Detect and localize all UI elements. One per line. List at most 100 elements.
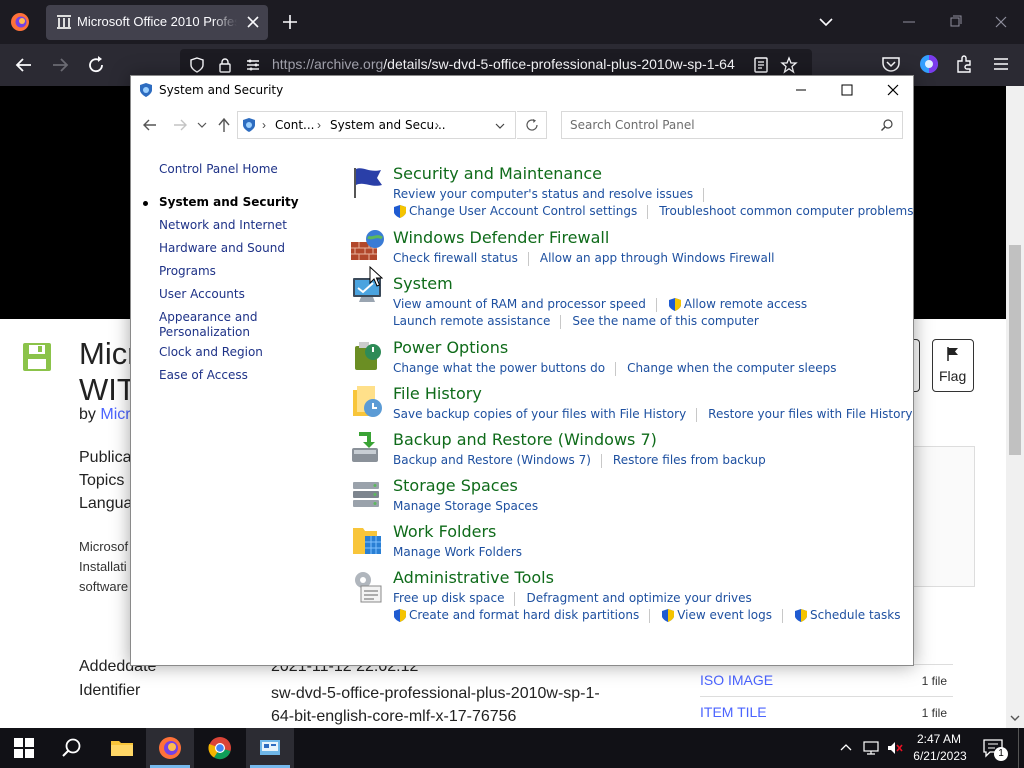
tracking-protection-shield-icon[interactable] (188, 56, 206, 74)
breadcrumb-control-panel[interactable]: Cont... (275, 118, 314, 132)
chevron-up-icon[interactable] (838, 740, 854, 756)
bookmark-star-icon[interactable] (780, 56, 798, 74)
reader-view-icon[interactable] (752, 56, 770, 74)
recent-locations-chevron-icon[interactable] (195, 114, 209, 136)
category-title[interactable]: Security and Maintenance (393, 164, 602, 183)
extensions-puzzle-icon[interactable] (954, 53, 976, 75)
hamburger-menu-icon[interactable] (990, 53, 1012, 75)
power-options-icon[interactable] (349, 338, 385, 374)
admin-tools-icon[interactable] (349, 568, 385, 604)
author-link[interactable]: Micr (100, 406, 130, 423)
search-input[interactable]: Search Control Panel (561, 111, 903, 139)
task-link[interactable]: Allow remote access (684, 297, 807, 311)
task-link[interactable]: Change User Account Control settings (409, 204, 637, 218)
taskbar-chrome[interactable] (196, 728, 244, 768)
firewall-icon[interactable] (349, 228, 385, 264)
extension-circle-icon[interactable] (918, 53, 940, 75)
category-title[interactable]: Backup and Restore (Windows 7) (393, 430, 657, 449)
page-scrollbar-thumb[interactable] (1009, 245, 1021, 455)
minimize-icon[interactable] (898, 12, 920, 32)
volume-muted-icon[interactable] (886, 739, 904, 757)
forward-arrow-icon[interactable] (48, 53, 72, 77)
breadcrumb-system-security[interactable]: System and Secu... (330, 118, 446, 132)
task-link[interactable]: Allow an app through Windows Firewall (540, 251, 775, 265)
task-link[interactable]: View amount of RAM and processor speed (393, 297, 646, 311)
task-link[interactable]: Change when the computer sleeps (627, 361, 836, 375)
close-tab-icon[interactable] (243, 12, 263, 32)
scroll-down-arrow-icon[interactable] (1009, 712, 1021, 724)
backup-restore-icon[interactable] (349, 430, 385, 466)
download-row[interactable]: ISO IMAGE 1 file (700, 664, 953, 693)
search-icon[interactable] (60, 736, 84, 760)
firefox-menu-icon[interactable] (10, 12, 30, 32)
windows-start-icon[interactable] (14, 738, 34, 758)
category-title[interactable]: Windows Defender Firewall (393, 228, 609, 247)
download-format-link[interactable]: ITEM TILE (700, 704, 767, 720)
close-window-icon[interactable] (990, 12, 1012, 32)
new-tab-icon[interactable] (280, 12, 300, 32)
task-link[interactable]: Defragment and optimize your drives (526, 591, 751, 605)
minimize-icon[interactable] (787, 78, 815, 102)
task-link[interactable]: Troubleshoot common computer problems (659, 204, 913, 218)
forward-arrow-icon[interactable] (169, 114, 191, 136)
permissions-icon[interactable] (244, 56, 262, 74)
maximize-icon[interactable] (833, 78, 861, 102)
file-history-icon[interactable] (349, 384, 385, 420)
nav-network-and-internet[interactable]: Network and Internet (159, 218, 287, 233)
task-link[interactable]: Free up disk space (393, 591, 505, 605)
task-link[interactable]: Manage Storage Spaces (393, 499, 538, 513)
task-link[interactable]: View event logs (677, 608, 772, 622)
task-link[interactable]: Save backup copies of your files with Fi… (393, 407, 686, 421)
nav-hardware-and-sound[interactable]: Hardware and Sound (159, 241, 285, 256)
pocket-icon[interactable] (880, 53, 902, 75)
lock-icon[interactable] (216, 56, 234, 74)
flag-button[interactable]: Flag (932, 339, 974, 392)
breadcrumb-separator[interactable]: › (435, 118, 439, 132)
nav-clock-and-region[interactable]: Clock and Region (159, 345, 263, 360)
task-link[interactable]: Backup and Restore (Windows 7) (393, 453, 591, 467)
nav-ease-of-access[interactable]: Ease of Access (159, 368, 248, 383)
back-arrow-icon[interactable] (139, 114, 161, 136)
chevron-down-icon[interactable] (816, 12, 836, 32)
category-title[interactable]: System (393, 274, 453, 293)
taskbar-file-explorer[interactable] (98, 728, 146, 768)
category-title[interactable]: Power Options (393, 338, 508, 357)
nav-system-and-security[interactable]: System and Security (159, 195, 299, 210)
restore-icon[interactable] (944, 12, 966, 32)
clock-date[interactable]: 6/21/2023 (910, 749, 970, 763)
taskbar-firefox[interactable] (146, 728, 194, 768)
nav-appearance-and-personalization[interactable]: Appearance and Personalization (159, 310, 269, 340)
url-text[interactable]: https://archive.org/details/sw-dvd-5-off… (272, 56, 744, 74)
category-title[interactable]: File History (393, 384, 482, 403)
category-title[interactable]: Storage Spaces (393, 476, 518, 495)
refresh-button[interactable] (517, 111, 547, 139)
taskbar-control-panel[interactable] (246, 728, 294, 768)
breadcrumb-separator[interactable]: › (262, 118, 266, 132)
search-icon[interactable] (880, 118, 894, 132)
back-arrow-icon[interactable] (12, 53, 36, 77)
address-bar[interactable]: › Cont... › System and Secu... › (237, 111, 516, 139)
task-link[interactable]: Schedule tasks (810, 608, 900, 622)
network-icon[interactable] (862, 739, 880, 757)
show-desktop-button[interactable] (1018, 728, 1024, 768)
clock-time[interactable]: 2:47 AM (912, 732, 966, 746)
category-title[interactable]: Work Folders (393, 522, 496, 541)
flag-icon[interactable] (349, 164, 385, 200)
nav-user-accounts[interactable]: User Accounts (159, 287, 245, 302)
task-link[interactable]: Launch remote assistance (393, 314, 550, 328)
breadcrumb-separator[interactable]: › (317, 118, 321, 132)
close-icon[interactable] (879, 78, 907, 102)
work-folders-icon[interactable] (349, 522, 385, 558)
category-title[interactable]: Administrative Tools (393, 568, 554, 587)
nav-programs[interactable]: Programs (159, 264, 216, 279)
browser-tab-active[interactable]: Microsoft Office 2010 Professional Plus (46, 5, 268, 40)
task-link[interactable]: Check firewall status (393, 251, 518, 265)
task-link[interactable]: Restore files from backup (613, 453, 766, 467)
task-link[interactable]: Restore your files with File History (708, 407, 912, 421)
chevron-down-icon[interactable] (493, 119, 507, 133)
storage-spaces-icon[interactable] (349, 476, 385, 512)
download-row[interactable]: ITEM TILE 1 file (700, 696, 953, 725)
task-link[interactable]: Manage Work Folders (393, 545, 522, 559)
task-link[interactable]: Change what the power buttons do (393, 361, 605, 375)
nav-control-panel-home[interactable]: Control Panel Home (159, 162, 278, 177)
